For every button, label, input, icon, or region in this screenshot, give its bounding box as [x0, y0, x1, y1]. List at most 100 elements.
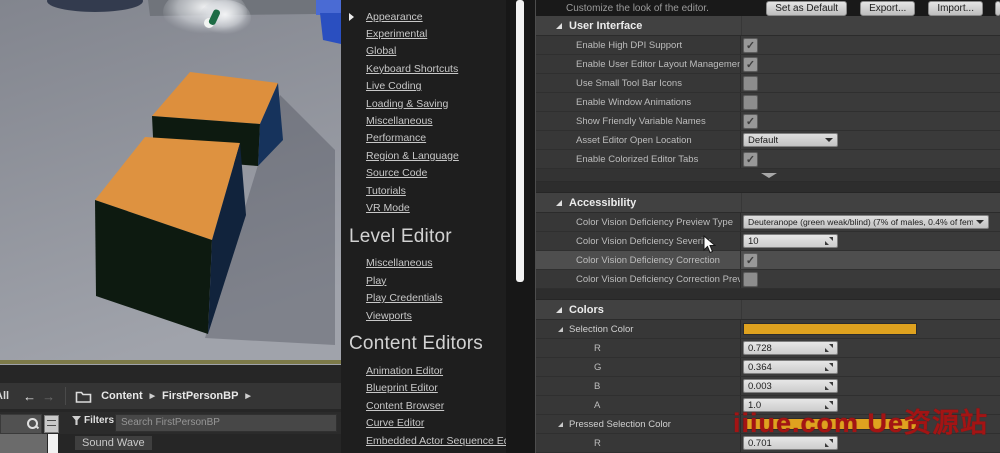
breadcrumb-item-firstpersonbp[interactable]: FirstPersonBP: [162, 390, 238, 402]
set-as-default-button[interactable]: Set as Default: [766, 1, 847, 16]
import-button[interactable]: Import...: [928, 1, 983, 16]
nav-link-label: Keyboard Shortcuts: [366, 63, 458, 75]
number-field-r[interactable]: 0.728: [743, 341, 838, 355]
nav-link-label: Play Credentials: [366, 292, 442, 304]
column-divider: [741, 193, 742, 212]
nav-item-region-language[interactable]: Region & Language: [349, 147, 506, 164]
asset-item-sound-wave[interactable]: Sound Wave: [75, 436, 152, 450]
section-header-accessibility[interactable]: Accessibility: [536, 193, 1000, 213]
dropdown-color-vision-deficiency-preview-type[interactable]: Deuteranope (green weak/blind) (7% of ma…: [743, 215, 989, 229]
number-field-g[interactable]: 0.364: [743, 360, 838, 374]
section-expander[interactable]: [536, 169, 1000, 182]
expand-triangle-icon: [556, 200, 562, 206]
section-title: Colors: [569, 304, 604, 316]
pref-value-cell: 0.728: [741, 339, 1000, 357]
breadcrumb-item-content[interactable]: Content: [101, 390, 143, 402]
checkbox-enable-window-animations[interactable]: [743, 95, 758, 110]
forward-arrow-icon[interactable]: →: [42, 389, 55, 404]
checkbox-enable-user-editor-layout-management[interactable]: ✓: [743, 57, 758, 72]
pref-label-text: Selection Color: [569, 324, 633, 335]
nav-item-animation-editor[interactable]: Animation Editor: [349, 362, 506, 379]
drag-spin-icon: [825, 382, 833, 390]
pref-label: Enable User Editor Layout Management: [536, 55, 741, 73]
nav-item-live-coding[interactable]: Live Coding: [349, 78, 506, 95]
viewport-scene: [0, 0, 341, 365]
nav-item-content-browser[interactable]: Content Browser: [349, 397, 506, 414]
nav-item-embedded-actor-sequence-editor[interactable]: Embedded Actor Sequence Editor: [349, 432, 506, 449]
nav-scrollbar-track[interactable]: [506, 0, 535, 453]
nav-item-loading-saving[interactable]: Loading & Saving: [349, 95, 506, 112]
content-browser-toolbar: Filters Search FirstPersonBP: [0, 412, 341, 434]
nav-item-miscellaneous[interactable]: Miscellaneous: [349, 255, 506, 272]
nav-link-label: Miscellaneous: [366, 115, 433, 127]
nav-link-label: Loading & Saving: [366, 98, 448, 110]
filter-funnel-icon: [72, 416, 81, 425]
nav-item-keyboard-shortcuts[interactable]: Keyboard Shortcuts: [349, 60, 506, 77]
number-field-color-vision-deficiency-severity[interactable]: 10: [743, 234, 838, 248]
level-viewport[interactable]: [0, 0, 341, 365]
number-value: 0.728: [748, 343, 825, 354]
dropdown-value: Default: [748, 135, 822, 146]
nav-link-label: Region & Language: [366, 150, 459, 162]
nav-link-label: Content Browser: [366, 400, 444, 412]
drag-spin-icon: [825, 363, 833, 371]
sources-scrollbar[interactable]: [48, 434, 58, 453]
asset-search-input[interactable]: Search FirstPersonBP: [115, 414, 337, 432]
section-title: User Interface: [569, 20, 642, 32]
asset-list: Sound Wave: [0, 434, 341, 453]
path-search-field[interactable]: [0, 414, 42, 434]
color-swatch-bar-selection-color[interactable]: [743, 323, 917, 335]
pref-row-g: G0.364: [536, 358, 1000, 377]
editor-preferences-panel: Customize the look of the editor. Set as…: [535, 0, 1000, 453]
search-icon: [26, 417, 38, 429]
breadcrumb: All ← → Content ▶ FirstPersonBP ▶: [0, 383, 341, 409]
nav-item-vr-mode[interactable]: VR Mode: [349, 199, 506, 216]
nav-item-flipbook-editor[interactable]: Flipbook Editor: [349, 449, 506, 453]
checkbox-show-friendly-variable-names[interactable]: ✓: [743, 114, 758, 129]
pref-row-enable-user-editor-layout-management: Enable User Editor Layout Management✓: [536, 55, 1000, 74]
nav-item-blueprint-editor[interactable]: Blueprint Editor: [349, 380, 506, 397]
nav-item-play-credentials[interactable]: Play Credentials: [349, 289, 506, 306]
prefs-description: Customize the look of the editor.: [566, 3, 709, 14]
section-header-user-interface[interactable]: User Interface: [536, 16, 1000, 36]
number-field-b[interactable]: 0.003: [743, 379, 838, 393]
pref-row-asset-editor-open-location: Asset Editor Open LocationDefault: [536, 131, 1000, 150]
nav-item-miscellaneous[interactable]: Miscellaneous: [349, 112, 506, 129]
list-view-button[interactable]: [44, 415, 59, 433]
nav-item-global[interactable]: Global: [349, 43, 506, 60]
pref-label: Selection Color: [536, 320, 741, 338]
back-arrow-icon[interactable]: ←: [23, 389, 36, 404]
nav-item-performance[interactable]: Performance: [349, 130, 506, 147]
checkbox-color-vision-deficiency-correction-preview-w[interactable]: [743, 272, 758, 287]
checkbox-enable-high-dpi-support[interactable]: ✓: [743, 38, 758, 53]
number-value: 10: [748, 236, 825, 247]
nav-item-play[interactable]: Play: [349, 272, 506, 289]
nav-item-tutorials[interactable]: Tutorials: [349, 182, 506, 199]
checkbox-use-small-tool-bar-icons[interactable]: [743, 76, 758, 91]
nav-item-viewports[interactable]: Viewports: [349, 307, 506, 324]
number-value: 0.003: [748, 381, 825, 392]
blue-box-top: [316, 0, 341, 15]
nav-item-experimental[interactable]: Experimental: [349, 25, 506, 42]
nav-item-source-code[interactable]: Source Code: [349, 165, 506, 182]
checkbox-enable-colorized-editor-tabs[interactable]: ✓: [743, 152, 758, 167]
breadcrumb-root[interactable]: All: [0, 390, 9, 402]
nav-scrollbar-thumb[interactable]: [516, 0, 524, 282]
nav-link-label: Curve Editor: [366, 417, 424, 429]
section-header-colors[interactable]: Colors: [536, 300, 1000, 320]
pref-label-text: Enable Window Animations: [576, 97, 691, 108]
clipped-button[interactable]: [995, 1, 1000, 16]
pref-label-text: B: [594, 381, 600, 392]
expand-triangle-icon: [556, 23, 562, 29]
dropdown-asset-editor-open-location[interactable]: Default: [743, 133, 838, 147]
prefs-body: User InterfaceEnable High DPI Support✓En…: [536, 16, 1000, 453]
drag-spin-icon: [825, 439, 833, 447]
nav-link-label: Play: [366, 275, 386, 287]
pref-label: Use Small Tool Bar Icons: [536, 74, 741, 92]
pref-label: Enable Colorized Editor Tabs: [536, 150, 741, 168]
nav-item-appearance[interactable]: Appearance: [349, 8, 506, 25]
expand-triangle-icon: [556, 307, 562, 313]
export-button[interactable]: Export...: [860, 1, 915, 16]
nav-item-curve-editor[interactable]: Curve Editor: [349, 414, 506, 431]
checkbox-color-vision-deficiency-correction[interactable]: ✓: [743, 253, 758, 268]
